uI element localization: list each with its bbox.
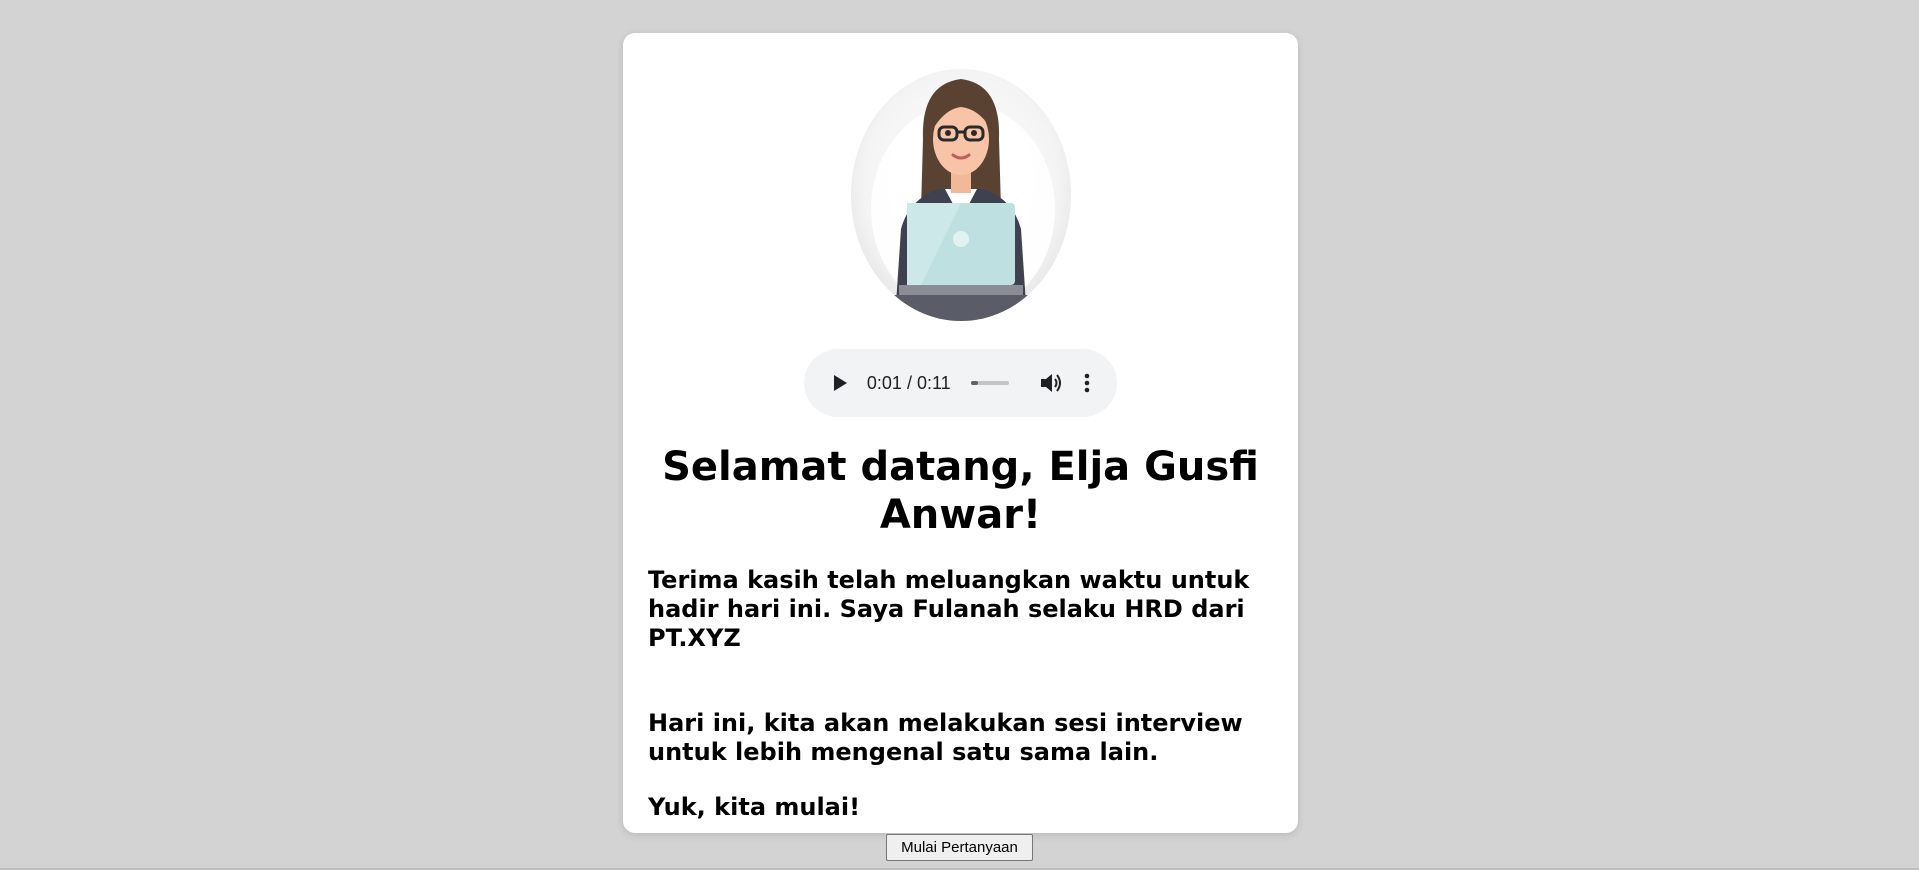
- audio-progress-slider[interactable]: [970, 381, 1009, 385]
- volume-icon[interactable]: [1039, 370, 1064, 396]
- hr-avatar-illustration: [851, 69, 1071, 321]
- audio-progress-fill: [970, 381, 979, 385]
- play-icon[interactable]: [828, 370, 853, 396]
- start-questions-button[interactable]: Mulai Pertanyaan: [886, 834, 1033, 861]
- welcome-title: Selamat datang, Elja Gusfi Anwar!: [662, 444, 1259, 538]
- start-prompt: Yuk, kita mulai!: [648, 793, 861, 821]
- more-vertical-icon[interactable]: [1078, 370, 1097, 396]
- audio-time-display: 0:01 / 0:11: [866, 372, 951, 393]
- welcome-card: 0:01 / 0:11 Selamat datang, Elja Gusfi A…: [623, 33, 1298, 833]
- session-paragraph: Hari ini, kita akan melakukan sesi inter…: [648, 709, 1243, 766]
- page: 0:01 / 0:11 Selamat datang, Elja Gusfi A…: [0, 0, 1919, 870]
- intro-paragraph: Terima kasih telah meluangkan waktu untu…: [648, 566, 1250, 652]
- audio-player: 0:01 / 0:11: [804, 349, 1117, 417]
